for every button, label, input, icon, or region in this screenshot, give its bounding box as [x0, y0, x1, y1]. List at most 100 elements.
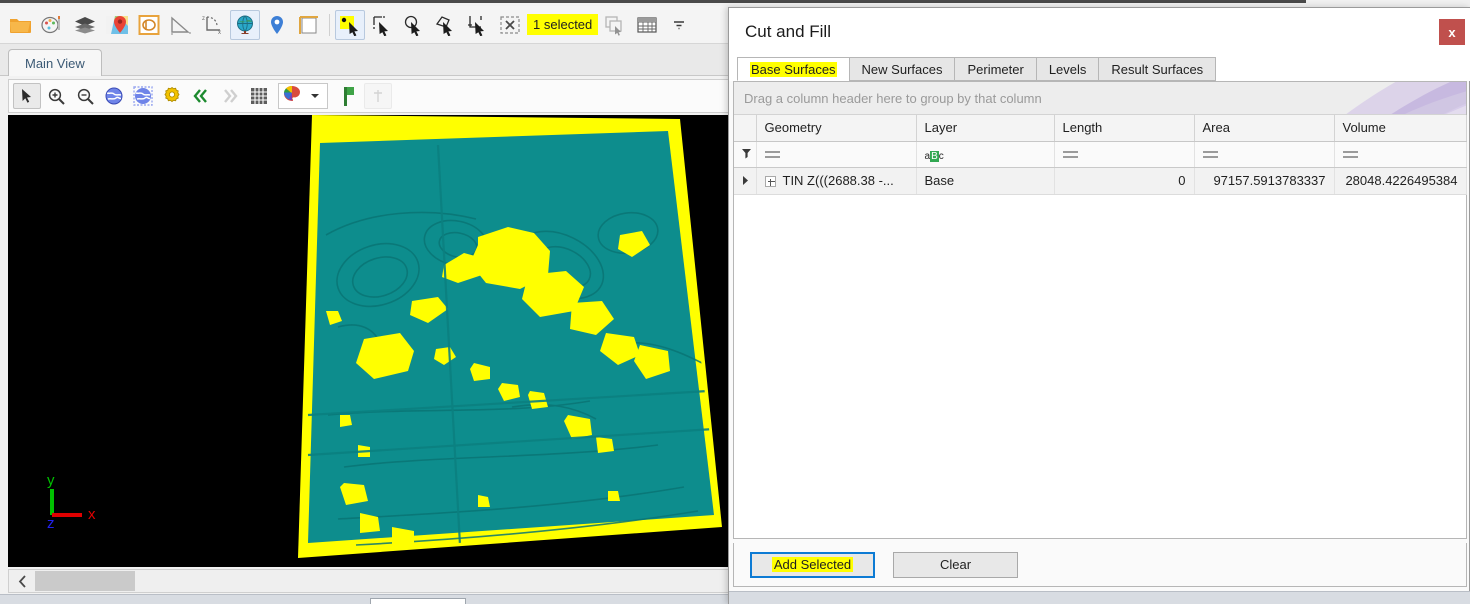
map-pin-icon[interactable] [262, 10, 292, 40]
dialog-footer: Add Selected Clear [733, 543, 1467, 587]
close-icon[interactable]: x [1439, 19, 1465, 45]
column-header-geometry[interactable]: Geometry [756, 115, 916, 141]
cell-area: 97157.5913783337 [1194, 167, 1334, 194]
column-header-layer[interactable]: Layer [916, 115, 1054, 141]
text-abc-icon: aBc [925, 151, 944, 162]
row-handle-header [734, 115, 756, 141]
status-field[interactable] [370, 598, 466, 604]
chevron-down-icon[interactable] [310, 87, 320, 105]
equals-icon [1063, 150, 1079, 159]
settings-gear-icon[interactable] [158, 83, 186, 109]
application-window: xz [0, 0, 1470, 604]
tab-perimeter[interactable]: Perimeter [954, 57, 1036, 81]
zoom-extents-globe-icon[interactable] [100, 83, 128, 109]
color-palette-icon [281, 84, 303, 109]
select-pointer-icon[interactable] [335, 10, 365, 40]
palette-brush-icon[interactable] [38, 10, 68, 40]
disabled-tool-icon [364, 83, 392, 109]
tab-result-surfaces[interactable]: Result Surfaces [1098, 57, 1216, 81]
column-header-length[interactable]: Length [1054, 115, 1194, 141]
dialog-title: Cut and Fill [745, 22, 831, 42]
color-palette-dropdown[interactable] [278, 83, 328, 109]
row-indicator-icon [734, 167, 756, 194]
decorative-swoosh [1156, 82, 1466, 115]
zoom-out-icon[interactable] [71, 83, 99, 109]
close-label: x [1448, 25, 1455, 40]
cell-length: 0 [1054, 167, 1194, 194]
tab-label: New Surfaces [862, 62, 943, 77]
tab-new-surfaces[interactable]: New Surfaces [849, 57, 956, 81]
view-tab-label: Main View [25, 56, 85, 71]
open-folder-icon[interactable] [6, 10, 36, 40]
group-by-panel[interactable]: Drag a column header here to group by th… [734, 82, 1466, 115]
dialog-tab-bar: Base Surfaces New Surfaces Perimeter Lev… [729, 56, 1470, 81]
green-flag-icon[interactable] [335, 83, 363, 109]
filter-funnel-icon[interactable] [734, 141, 756, 167]
dialog-bottom-strip [729, 591, 1470, 604]
scrollbar-thumb[interactable] [35, 571, 135, 591]
bing-maps-icon[interactable] [134, 10, 164, 40]
base-surfaces-grid: Geometry Layer Length Area Volume [734, 115, 1467, 195]
pointer-tool-icon[interactable] [13, 83, 41, 109]
add-selected-button[interactable]: Add Selected [750, 552, 875, 578]
equals-icon [1203, 150, 1219, 159]
dialog-title-bar: Cut and Fill x [729, 8, 1470, 56]
toolbar-overflow-icon[interactable] [664, 10, 694, 40]
svg-text:x: x [218, 30, 221, 36]
table-row[interactable]: TIN Z(((2688.38 -... Base 0 97157.591378… [734, 167, 1466, 194]
clear-button[interactable]: Clear [893, 552, 1018, 578]
globe-icon[interactable] [230, 10, 260, 40]
grid-toggle-icon[interactable] [245, 83, 273, 109]
filter-layer[interactable]: aBc [916, 141, 1054, 167]
filter-length[interactable] [1054, 141, 1194, 167]
tab-label: Perimeter [967, 62, 1023, 77]
filter-area[interactable] [1194, 141, 1334, 167]
select-polygon-icon[interactable] [431, 10, 461, 40]
layers-icon[interactable] [70, 10, 100, 40]
tab-base-surfaces[interactable]: Base Surfaces [737, 57, 850, 81]
select-crop-icon[interactable] [463, 10, 493, 40]
selection-count-badge: 1 selected [527, 14, 598, 35]
tab-levels[interactable]: Levels [1036, 57, 1100, 81]
tab-label: Levels [1049, 62, 1087, 77]
filter-volume[interactable] [1334, 141, 1466, 167]
cell-volume: 28048.4226495384 [1334, 167, 1466, 194]
previous-view-icon[interactable] [187, 83, 215, 109]
table-view-icon[interactable] [632, 10, 662, 40]
column-header-area[interactable]: Area [1194, 115, 1334, 141]
cut-and-fill-dialog: Cut and Fill x Base Surfaces New Surface… [728, 7, 1470, 604]
google-maps-icon[interactable] [102, 10, 132, 40]
svg-text:z: z [202, 16, 205, 22]
cell-geometry-text: TIN Z(((2688.38 -... [783, 173, 894, 188]
expand-row-icon[interactable] [765, 176, 776, 187]
toolbar-divider [329, 14, 330, 36]
filter-geometry[interactable] [756, 141, 916, 167]
axes-rotate-icon[interactable]: xz [198, 10, 228, 40]
next-view-icon[interactable] [216, 83, 244, 109]
column-header-volume[interactable]: Volume [1334, 115, 1466, 141]
clear-selection-icon[interactable] [495, 10, 525, 40]
dialog-content-panel: Drag a column header here to group by th… [733, 81, 1467, 539]
svg-text:y: y [47, 472, 55, 489]
grid-filter-row: aBc [734, 141, 1466, 167]
select-circle-icon[interactable] [399, 10, 429, 40]
axis-indicator: y x z [38, 469, 108, 529]
cell-geometry: TIN Z(((2688.38 -... [756, 167, 916, 194]
equals-icon [1343, 150, 1359, 159]
select-rect-icon[interactable] [367, 10, 397, 40]
view-tab-main-view[interactable]: Main View [8, 49, 102, 76]
copy-selection-icon[interactable] [600, 10, 630, 40]
zoom-selected-globe-icon[interactable] [129, 83, 157, 109]
page-layout-icon[interactable] [294, 10, 324, 40]
svg-text:x: x [88, 506, 96, 523]
zoom-in-icon[interactable] [42, 83, 70, 109]
equals-icon [765, 150, 781, 159]
grid-header-row: Geometry Layer Length Area Volume [734, 115, 1466, 141]
add-selected-label: Add Selected [772, 557, 853, 572]
group-by-hint: Drag a column header here to group by th… [744, 91, 1042, 106]
measure-angle-icon[interactable] [166, 10, 196, 40]
cell-layer: Base [916, 167, 1054, 194]
tab-label: Result Surfaces [1111, 62, 1203, 77]
scroll-left-icon[interactable] [9, 570, 35, 592]
tab-label: Base Surfaces [750, 62, 837, 77]
